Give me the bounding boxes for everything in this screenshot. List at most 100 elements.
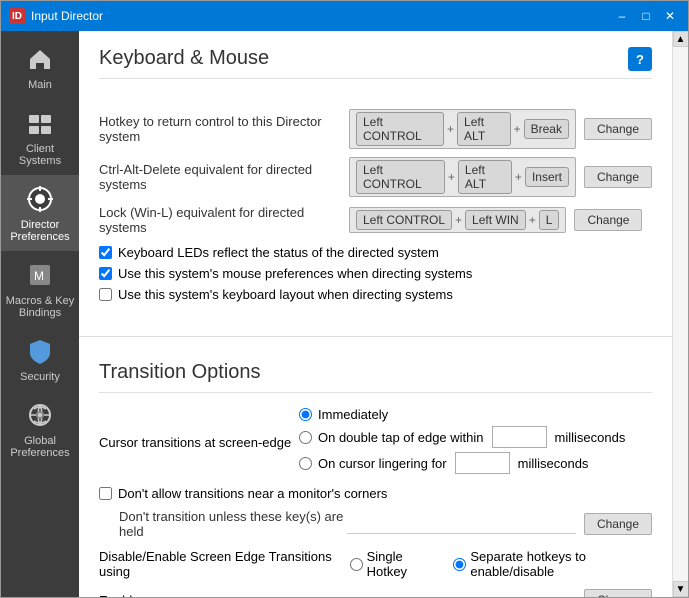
sidebar-item-security-label: Security xyxy=(20,371,60,383)
checkbox-mouse-row: Use this system's mouse preferences when… xyxy=(99,266,652,281)
checkbox-led[interactable] xyxy=(99,246,112,259)
radio-separate-hotkeys-label[interactable]: Separate hotkeys to enable/disable xyxy=(470,549,652,579)
radio-single-hotkey-row: Single Hotkey xyxy=(350,549,438,579)
sidebar-item-security[interactable]: Security xyxy=(1,327,79,391)
lock-label: Lock (Win-L) equivalent for directed sys… xyxy=(99,205,349,235)
double-tap-ms-label: milliseconds xyxy=(555,430,626,445)
sidebar-item-global-prefs-label: Global Preferences xyxy=(5,435,75,459)
global-prefs-icon xyxy=(24,399,56,431)
change-ctrl-alt-del-button[interactable]: Change xyxy=(584,166,652,188)
sidebar-item-macros-label: Macros & Key Bindings xyxy=(5,295,75,319)
sidebar-item-global-prefs[interactable]: Global Preferences xyxy=(1,391,79,467)
radio-separate-hotkeys-row: Separate hotkeys to enable/disable xyxy=(453,549,652,579)
radio-single-hotkey[interactable] xyxy=(350,558,363,571)
key-l: L xyxy=(539,210,560,230)
radio-double-tap-row: On double tap of edge within millisecond… xyxy=(299,426,625,448)
double-tap-ms-input[interactable] xyxy=(492,426,547,448)
keys-held-label: Don't transition unless these key(s) are… xyxy=(119,509,347,539)
ctrl-alt-del-label: Ctrl-Alt-Delete equivalent for directed … xyxy=(99,162,349,192)
section-divider xyxy=(79,336,672,337)
minimize-button[interactable]: – xyxy=(612,6,632,26)
cursor-transition-label: Cursor transitions at screen-edge xyxy=(99,435,299,450)
key-left-ctrl-2: Left CONTROL xyxy=(356,160,445,194)
key-left-win: Left WIN xyxy=(465,210,526,230)
keys-held-change-button[interactable]: Change xyxy=(584,513,652,535)
key-insert: Insert xyxy=(525,167,569,187)
security-icon xyxy=(24,335,56,367)
key-left-alt-1: Left ALT xyxy=(457,112,511,146)
svg-text:M: M xyxy=(34,269,44,283)
title-controls: – □ ✕ xyxy=(612,6,680,26)
radio-linger-row: On cursor lingering for milliseconds xyxy=(299,452,625,474)
client-systems-icon xyxy=(24,107,56,139)
sidebar: Main Client Systems xyxy=(1,31,79,597)
keys-held-input[interactable] xyxy=(347,514,575,534)
enable-change-button[interactable]: Change xyxy=(584,589,652,597)
checkbox-mouse[interactable] xyxy=(99,267,112,280)
screen-edge-row: Disable/Enable Screen Edge Transitions u… xyxy=(99,549,652,579)
radio-linger-label[interactable]: On cursor lingering for xyxy=(318,456,447,471)
checkbox-corners[interactable] xyxy=(99,487,112,500)
screen-edge-label: Disable/Enable Screen Edge Transitions u… xyxy=(99,549,342,579)
sidebar-item-client-systems-label: Client Systems xyxy=(5,143,75,167)
maximize-button[interactable]: □ xyxy=(636,6,656,26)
director-prefs-icon xyxy=(24,183,56,215)
close-button[interactable]: ✕ xyxy=(660,6,680,26)
ctrl-alt-del-row: Ctrl-Alt-Delete equivalent for directed … xyxy=(99,157,652,197)
radio-double-tap-label[interactable]: On double tap of edge within xyxy=(318,430,484,445)
checkbox-mouse-label[interactable]: Use this system's mouse preferences when… xyxy=(118,266,472,281)
window-title: Input Director xyxy=(31,9,612,23)
hotkey-return-row: Hotkey to return control to this Directo… xyxy=(99,109,652,149)
enable-input[interactable] xyxy=(199,590,576,597)
dont-allow-row: Don't allow transitions near a monitor's… xyxy=(99,486,652,501)
enable-row: Enable Change xyxy=(99,589,652,597)
transition-options-section: Transition Options Cursor transitions at… xyxy=(79,349,672,597)
change-lock-button[interactable]: Change xyxy=(574,209,642,231)
change-hotkey-return-button[interactable]: Change xyxy=(584,118,652,140)
key-break: Break xyxy=(524,119,569,139)
checkbox-led-row: Keyboard LEDs reflect the status of the … xyxy=(99,245,652,260)
radio-immediately-label[interactable]: Immediately xyxy=(318,407,388,422)
help-button[interactable]: ? xyxy=(628,47,652,71)
sidebar-item-main[interactable]: Main xyxy=(1,35,79,99)
checkbox-keyboard-label[interactable]: Use this system's keyboard layout when d… xyxy=(118,287,453,302)
content-panel: ? Keyboard & Mouse Hotkey to return cont… xyxy=(79,31,672,597)
keyboard-mouse-section: ? Keyboard & Mouse Hotkey to return cont… xyxy=(79,31,672,324)
sidebar-item-director-preferences[interactable]: Director Preferences xyxy=(1,175,79,251)
radio-immediately-row: Immediately xyxy=(299,407,625,422)
lock-row: Lock (Win-L) equivalent for directed sys… xyxy=(99,205,652,235)
home-icon xyxy=(24,43,56,75)
lock-display: Left CONTROL + Left WIN + L xyxy=(349,207,566,233)
hotkey-return-label: Hotkey to return control to this Directo… xyxy=(99,114,349,144)
sidebar-item-macros[interactable]: M Macros & Key Bindings xyxy=(1,251,79,327)
cursor-transition-options: Immediately On double tap of edge within… xyxy=(299,407,625,478)
title-bar: ID Input Director – □ ✕ xyxy=(1,1,688,31)
key-left-alt-2: Left ALT xyxy=(458,160,512,194)
sidebar-item-client-systems[interactable]: Client Systems xyxy=(1,99,79,175)
radio-linger[interactable] xyxy=(299,457,312,470)
enable-label: Enable xyxy=(99,593,199,598)
vertical-scrollbar[interactable]: ▲ ▼ xyxy=(672,31,688,597)
app-icon: ID xyxy=(9,8,25,24)
radio-separate-hotkeys[interactable] xyxy=(453,558,466,571)
dont-allow-label[interactable]: Don't allow transitions near a monitor's… xyxy=(118,486,387,501)
macros-icon: M xyxy=(24,259,56,291)
checkbox-keyboard[interactable] xyxy=(99,288,112,301)
key-left-ctrl-3: Left CONTROL xyxy=(356,210,452,230)
key-left-ctrl-1: Left CONTROL xyxy=(356,112,444,146)
cursor-transition-row: Cursor transitions at screen-edge Immedi… xyxy=(99,407,652,478)
radio-single-hotkey-label[interactable]: Single Hotkey xyxy=(367,549,438,579)
linger-ms-input[interactable] xyxy=(455,452,510,474)
ctrl-alt-del-display: Left CONTROL + Left ALT + Insert xyxy=(349,157,576,197)
main-content: Main Client Systems xyxy=(1,31,688,597)
app-window: ID Input Director – □ ✕ Main xyxy=(0,0,689,598)
keys-held-row: Don't transition unless these key(s) are… xyxy=(99,509,652,539)
radio-double-tap[interactable] xyxy=(299,431,312,444)
hotkey-return-display: Left CONTROL + Left ALT + Break xyxy=(349,109,576,149)
checkbox-led-label[interactable]: Keyboard LEDs reflect the status of the … xyxy=(118,245,439,260)
sidebar-item-main-label: Main xyxy=(28,79,52,91)
scroll-up-button[interactable]: ▲ xyxy=(673,31,689,47)
scroll-track-v xyxy=(673,47,689,581)
scroll-down-button[interactable]: ▼ xyxy=(673,581,689,597)
radio-immediately[interactable] xyxy=(299,408,312,421)
